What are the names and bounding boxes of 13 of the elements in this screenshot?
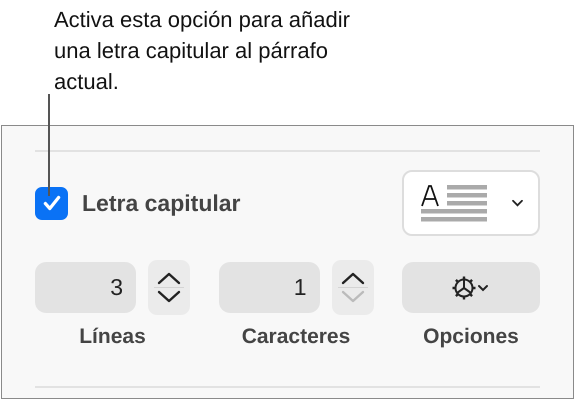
field-label: Líneas — [79, 325, 146, 349]
stepper[interactable] — [332, 260, 374, 315]
callout-text: Activa esta opción para añadir una letra capitular al párrafo actual. — [54, 6, 351, 96]
chevron-down-icon — [511, 198, 524, 208]
number-field[interactable]: 3 — [35, 262, 136, 313]
field-label: Opciones — [423, 325, 519, 349]
options-menu-button[interactable] — [402, 262, 540, 313]
stepper[interactable] — [148, 260, 190, 315]
field-label: Caracteres — [242, 325, 350, 349]
checkbox[interactable] — [35, 186, 68, 220]
number-field[interactable]: 1 — [218, 262, 320, 313]
checkbox-label: Letra capitular — [82, 190, 240, 216]
drop-cap-style-icon — [421, 184, 487, 222]
